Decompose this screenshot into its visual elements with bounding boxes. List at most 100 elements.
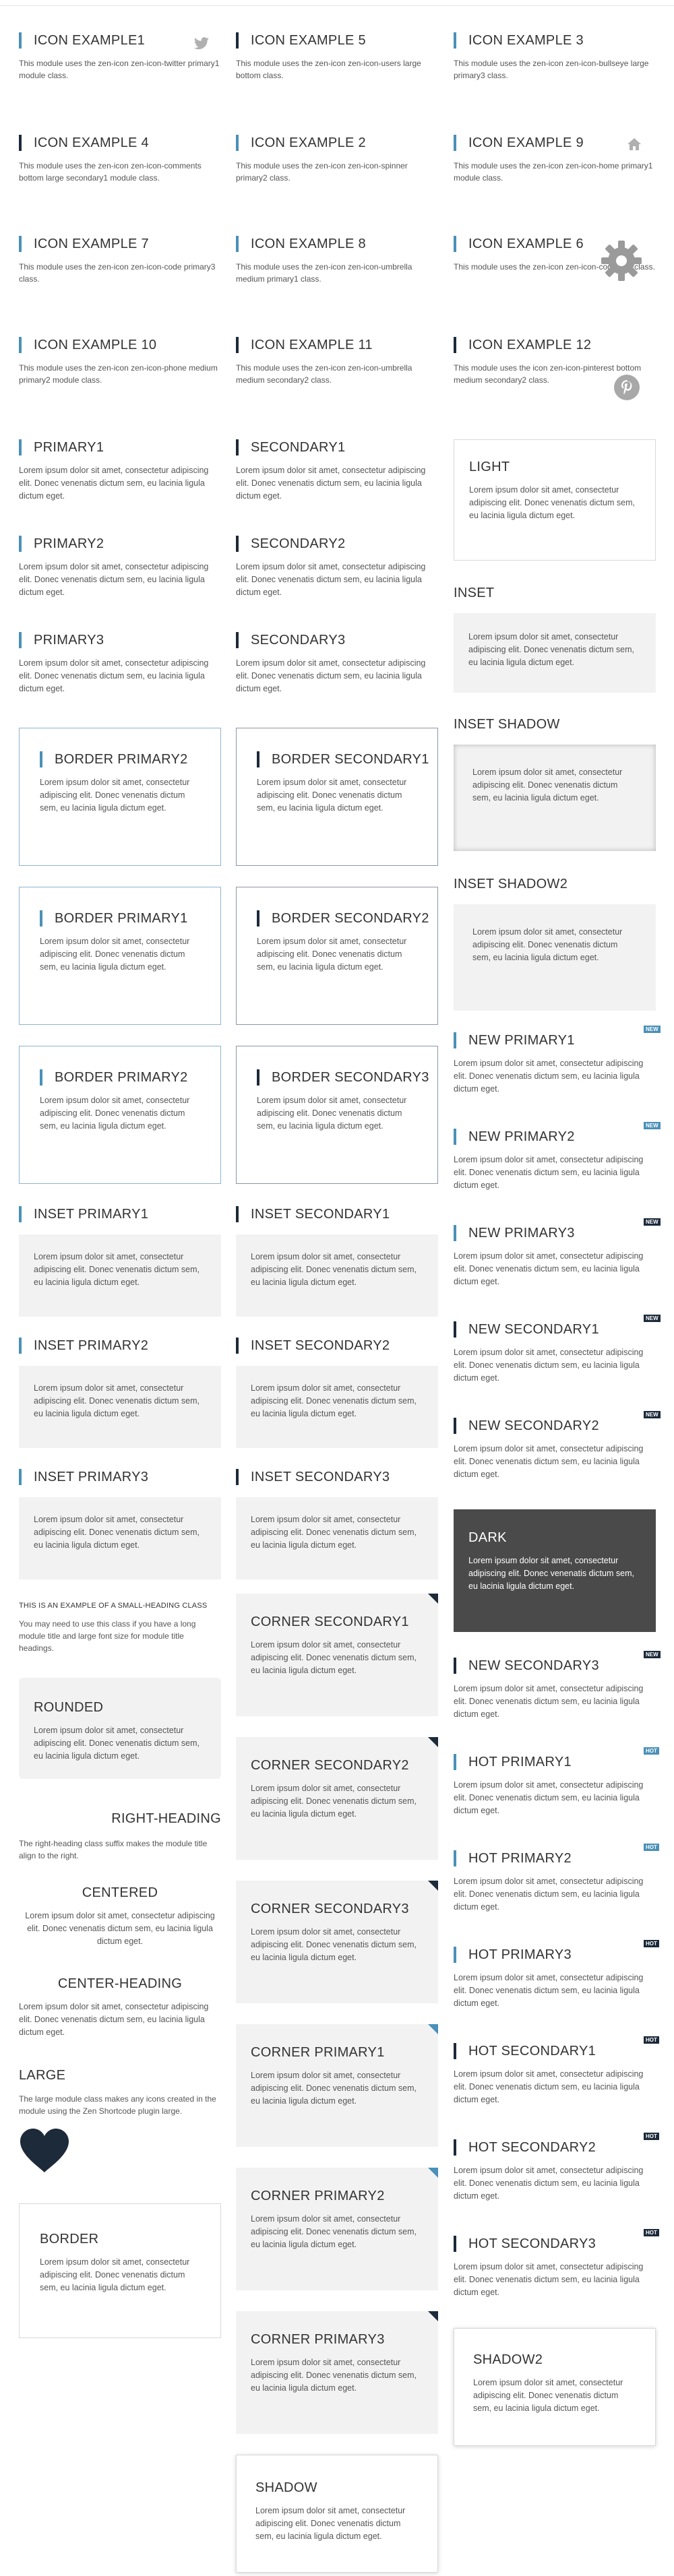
module-title: INSET SECONDARY3 (236, 1469, 438, 1485)
new-badge: NEW (644, 1411, 661, 1418)
module-text: Lorem ipsum dolor sit amet, consectetur … (473, 2378, 623, 2413)
icon-example-5-module: ICON EXAMPLE 5 This module uses the zen-… (236, 32, 438, 82)
module-text: Lorem ipsum dolor sit amet, consectetur … (251, 2071, 417, 2106)
icon-example-1-module: ICON EXAMPLE1 This module uses the zen-i… (19, 32, 221, 82)
module-text: Lorem ipsum dolor sit amet, consectetur … (40, 2257, 190, 2292)
primary1-module: PRIMARY1 Lorem ipsum dolor sit amet, con… (19, 439, 221, 503)
inset-secondary2-module: INSET SECONDARY2 (236, 1338, 438, 1354)
module-text: Lorem ipsum dolor sit amet, consectetur … (454, 1155, 644, 1190)
module-title: ICON EXAMPLE 7 (19, 236, 221, 252)
module-title: BORDER SECONDARY1 (257, 751, 429, 767)
border-primary1-module: BORDER PRIMARY1 Lorem ipsum dolor sit am… (19, 887, 221, 1025)
icon-example-7-module: ICON EXAMPLE 7 This module uses the zen-… (19, 236, 221, 285)
corner-marker (428, 1594, 438, 1604)
centered-module: CENTERED Lorem ipsum dolor sit amet, con… (19, 1885, 221, 1948)
inset-primary1-module: INSET PRIMARY1 (19, 1206, 221, 1222)
hot-secondary1-module: HOT SECONDARY1 Lorem ipsum dolor sit ame… (454, 2043, 656, 2106)
new-secondary2-module: NEW SECONDARY2 Lorem ipsum dolor sit ame… (454, 1418, 656, 1481)
module-text: Lorem ipsum dolor sit amet, consectetur … (19, 2002, 209, 2037)
module-text: Lorem ipsum dolor sit amet, consectetur … (255, 2506, 406, 2541)
module-title: NEW SECONDARY2 (454, 1418, 656, 1434)
new-badge: NEW (644, 1122, 661, 1129)
module-title: NEW PRIMARY1 (454, 1032, 656, 1048)
module-title: HOT PRIMARY2 (454, 1850, 656, 1866)
corner-marker (428, 1737, 438, 1747)
shadow-module: SHADOW Lorem ipsum dolor sit amet, conse… (236, 2455, 438, 2573)
module-title: DARK (468, 1530, 507, 1545)
inset-primary2-module: INSET PRIMARY2 (19, 1338, 221, 1354)
hot-primary3-module: HOT PRIMARY3 Lorem ipsum dolor sit amet,… (454, 1947, 656, 2010)
module-title: LIGHT (469, 460, 510, 474)
module-title: CENTER-HEADING (57, 1976, 183, 1991)
module-text: Lorem ipsum dolor sit amet, consectetur … (236, 562, 426, 597)
module-text: Lorem ipsum dolor sit amet, consectetur … (472, 767, 623, 803)
dark-module: DARK Lorem ipsum dolor sit amet, consect… (454, 1509, 656, 1632)
module-text: You may need to use this class if you ha… (19, 1619, 196, 1653)
border-secondary2-module: BORDER SECONDARY2 Lorem ipsum dolor sit … (236, 887, 438, 1025)
module-title: BORDER PRIMARY1 (40, 910, 200, 926)
icon-example-10-module: ICON EXAMPLE 10 This module uses the zen… (19, 337, 221, 386)
module-text: This module uses the zen-icon zen-icon-h… (454, 161, 653, 183)
hot-badge: HOT (644, 2036, 659, 2044)
right-heading-module: RIGHT-HEADING The right-heading class su… (19, 1811, 221, 1862)
light-module: LIGHT Lorem ipsum dolor sit amet, consec… (454, 439, 656, 561)
module-text: Lorem ipsum dolor sit amet, consectetur … (454, 1780, 644, 1815)
module-title: ICON EXAMPLE 10 (19, 337, 221, 353)
hot-badge: HOT (644, 2133, 659, 2140)
module-title: INSET SECONDARY1 (236, 1206, 438, 1222)
module-title: CORNER SECONDARY3 (251, 1902, 409, 1916)
module-title: SECONDARY3 (236, 632, 438, 648)
primary3-module: PRIMARY3 Lorem ipsum dolor sit amet, con… (19, 632, 221, 695)
module-title: ICON EXAMPLE1 (19, 32, 221, 49)
rounded-module: ROUNDED Lorem ipsum dolor sit amet, cons… (19, 1678, 221, 1779)
module-text: Lorem ipsum dolor sit amet, consectetur … (257, 778, 407, 813)
inset-secondary1-body: Lorem ipsum dolor sit amet, consectetur … (236, 1234, 438, 1317)
module-text: The large module class makes any icons c… (19, 2094, 216, 2116)
module-title: PRIMARY2 (19, 536, 221, 552)
module-text: Lorem ipsum dolor sit amet, consectetur … (454, 1348, 644, 1383)
border-secondary1-module: BORDER SECONDARY1 Lorem ipsum dolor sit … (236, 728, 438, 866)
module-title: RIGHT-HEADING (111, 1811, 221, 1826)
secondary2-module: SECONDARY2 Lorem ipsum dolor sit amet, c… (236, 536, 438, 599)
new-secondary3-module: NEW SECONDARY3 Lorem ipsum dolor sit ame… (454, 1658, 656, 1721)
module-text: Lorem ipsum dolor sit amet, consectetur … (454, 1059, 644, 1094)
module-text: Lorem ipsum dolor sit amet, consectetur … (251, 1784, 417, 1819)
new-primary1-module: NEW PRIMARY1 Lorem ipsum dolor sit amet,… (454, 1032, 656, 1096)
module-text: The right-heading class suffix makes the… (19, 1839, 208, 1860)
pinterest-icon (614, 375, 640, 400)
module-text: Lorem ipsum dolor sit amet, consectetur … (251, 1252, 417, 1287)
module-title: SECONDARY1 (236, 439, 438, 455)
module-title: INSET PRIMARY3 (19, 1469, 221, 1485)
corner-marker (428, 2024, 438, 2034)
new-badge: NEW (644, 1218, 661, 1226)
module-text: Lorem ipsum dolor sit amet, consectetur … (251, 1927, 417, 1962)
inset-secondary3-module: INSET SECONDARY3 (236, 1469, 438, 1485)
inset-shadow2-module: INSET SHADOW2 (454, 876, 656, 892)
corner-marker (428, 1881, 438, 1891)
module-title: NEW PRIMARY2 (454, 1129, 656, 1145)
inset-shadow2-body: Lorem ipsum dolor sit amet, consectetur … (454, 904, 656, 1011)
small-heading-module: THIS IS AN EXAMPLE OF A SMALL-HEADING CL… (19, 1602, 221, 1654)
module-title: PRIMARY1 (19, 439, 221, 455)
corner-secondary1-module: CORNER SECONDARY1 Lorem ipsum dolor sit … (236, 1594, 438, 1716)
inset-primary3-module: INSET PRIMARY3 (19, 1469, 221, 1485)
inset-body: Lorem ipsum dolor sit amet, consectetur … (454, 613, 656, 693)
module-text: This module uses the zen-icon zen-icon-t… (19, 59, 220, 80)
gear-icon (601, 241, 642, 281)
module-text: Lorem ipsum dolor sit amet, consectetur … (40, 937, 190, 972)
module-text: Lorem ipsum dolor sit amet, consectetur … (40, 778, 190, 813)
module-text: Lorem ipsum dolor sit amet, consectetur … (34, 1726, 200, 1761)
module-title: ICON EXAMPLE 3 (454, 32, 656, 49)
new-secondary1-module: NEW SECONDARY1 Lorem ipsum dolor sit ame… (454, 1321, 656, 1385)
module-title: LARGE (19, 2068, 66, 2083)
corner-primary3-module: CORNER PRIMARY3 Lorem ipsum dolor sit am… (236, 2311, 438, 2434)
module-text: Lorem ipsum dolor sit amet, consectetur … (257, 1096, 407, 1131)
hot-primary1-module: HOT PRIMARY1 Lorem ipsum dolor sit amet,… (454, 1754, 656, 1817)
hot-badge: HOT (644, 1940, 659, 1947)
module-text: This module uses the zen-icon zen-icon-u… (236, 59, 421, 80)
module-text: Lorem ipsum dolor sit amet, consectetur … (454, 1973, 644, 2008)
module-text: This module uses the zen-icon zen-icon-u… (236, 262, 412, 284)
module-title: ICON EXAMPLE 5 (236, 32, 438, 49)
module-text: Lorem ipsum dolor sit amet, consectetur … (454, 1684, 644, 1719)
inset-secondary3-body: Lorem ipsum dolor sit amet, consectetur … (236, 1497, 438, 1579)
